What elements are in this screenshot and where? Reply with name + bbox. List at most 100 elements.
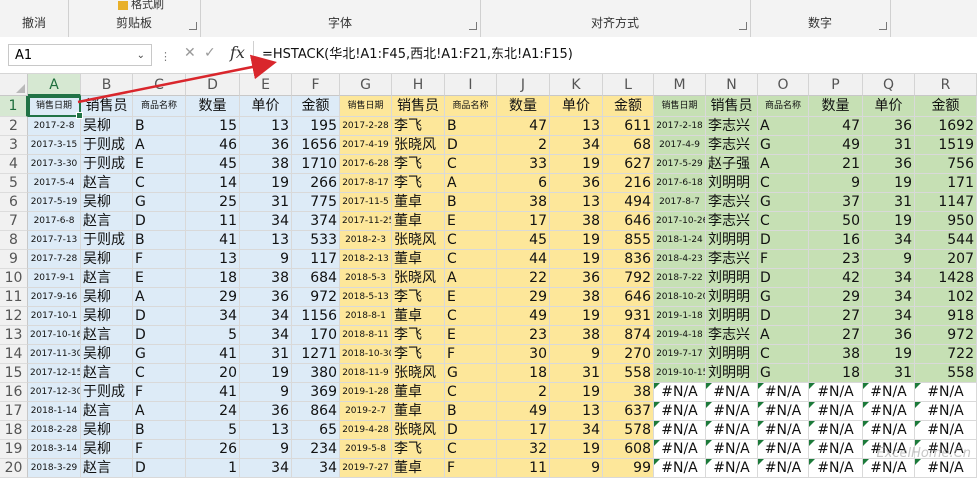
table-cell[interactable]: 36 [240,402,292,421]
table-cell[interactable]: 874 [603,326,654,345]
table-cell[interactable]: 36 [863,117,915,136]
column-header[interactable]: O [758,74,809,96]
table-cell[interactable]: 9 [550,345,603,364]
table-cell[interactable]: 38 [550,326,603,345]
header-cell[interactable]: 单价 [863,96,915,117]
table-cell[interactable]: 2019-4-28 [340,421,392,440]
table-cell[interactable]: 722 [915,345,977,364]
table-cell[interactable]: 赵言 [81,459,133,478]
column-header[interactable]: B [81,74,133,96]
table-cell[interactable]: 47 [809,117,863,136]
table-cell[interactable]: 68 [603,136,654,155]
table-cell[interactable]: #N/A [863,402,915,421]
table-cell[interactable]: 2018-7-22 [654,269,706,288]
table-cell[interactable]: 吴柳 [81,421,133,440]
table-cell[interactable]: 29 [497,288,550,307]
table-cell[interactable]: 49 [809,136,863,155]
table-cell[interactable]: 494 [603,193,654,212]
table-cell[interactable]: G [133,345,186,364]
table-cell[interactable]: 42 [809,269,863,288]
table-cell[interactable]: 张晓风 [392,421,445,440]
table-cell[interactable]: 1656 [292,136,340,155]
table-cell[interactable]: 张晓风 [392,364,445,383]
row-header[interactable]: 1 [0,96,28,117]
table-cell[interactable]: 36 [863,155,915,174]
table-cell[interactable]: 19 [550,307,603,326]
table-cell[interactable]: #N/A [915,459,977,478]
table-cell[interactable]: 李志兴 [706,212,758,231]
table-cell[interactable]: 吴柳 [81,117,133,136]
table-cell[interactable]: 30 [497,345,550,364]
table-cell[interactable]: 赵言 [81,326,133,345]
table-cell[interactable]: 李飞 [392,326,445,345]
table-cell[interactable]: A [758,155,809,174]
table-cell[interactable]: 31 [863,136,915,155]
row-header[interactable]: 9 [0,250,28,269]
table-cell[interactable]: 19 [863,212,915,231]
table-cell[interactable]: 董卓 [392,383,445,402]
insert-function-icon[interactable]: fx [230,43,245,62]
table-cell[interactable]: 34 [292,459,340,478]
table-cell[interactable]: C [445,250,497,269]
table-cell[interactable]: B [133,231,186,250]
table-cell[interactable]: 19 [863,345,915,364]
table-cell[interactable]: 赵言 [81,402,133,421]
table-cell[interactable]: #N/A [758,459,809,478]
column-header[interactable]: C [133,74,186,96]
table-cell[interactable]: #N/A [915,402,977,421]
column-header[interactable]: A [28,74,81,96]
table-cell[interactable]: 36 [240,136,292,155]
table-cell[interactable]: 李飞 [392,155,445,174]
header-cell[interactable]: 单价 [240,96,292,117]
table-cell[interactable]: 380 [292,364,340,383]
table-cell[interactable]: 544 [915,231,977,250]
table-cell[interactable]: 18 [497,364,550,383]
table-cell[interactable]: 2017-11-30 [28,345,81,364]
table-cell[interactable]: 578 [603,421,654,440]
table-cell[interactable]: B [133,421,186,440]
table-cell[interactable]: 2017-2-18 [654,117,706,136]
column-header[interactable]: P [809,74,863,96]
table-cell[interactable]: 931 [603,307,654,326]
table-cell[interactable]: 赵言 [81,364,133,383]
table-cell[interactable]: 41 [186,383,240,402]
table-cell[interactable]: 374 [292,212,340,231]
table-cell[interactable]: 2019-7-17 [654,345,706,364]
table-cell[interactable]: 2017-7-13 [28,231,81,250]
table-cell[interactable]: 38 [497,193,550,212]
table-cell[interactable]: G [133,193,186,212]
table-cell[interactable]: 2017-3-15 [28,136,81,155]
table-cell[interactable]: C [445,440,497,459]
table-cell[interactable]: 2017-9-1 [28,269,81,288]
table-cell[interactable]: 2017-8-17 [340,174,392,193]
table-cell[interactable]: 17 [497,212,550,231]
table-cell[interactable]: C [445,307,497,326]
table-cell[interactable]: 34 [550,136,603,155]
table-cell[interactable]: #N/A [863,383,915,402]
table-cell[interactable]: #N/A [654,440,706,459]
header-cell[interactable]: 单价 [550,96,603,117]
table-cell[interactable]: 864 [292,402,340,421]
table-cell[interactable]: 赵子强 [706,155,758,174]
table-cell[interactable]: 646 [603,212,654,231]
table-cell[interactable]: 44 [497,250,550,269]
table-cell[interactable]: 5 [186,421,240,440]
table-cell[interactable]: 2019-1-28 [340,383,392,402]
row-header[interactable]: 20 [0,459,28,478]
table-cell[interactable]: 29 [186,288,240,307]
table-cell[interactable]: 董卓 [392,459,445,478]
header-cell[interactable]: 销售员 [392,96,445,117]
table-cell[interactable]: 9 [863,250,915,269]
table-cell[interactable]: D [133,307,186,326]
row-header[interactable]: 7 [0,212,28,231]
table-cell[interactable]: G [758,364,809,383]
table-cell[interactable]: 于则成 [81,155,133,174]
table-cell[interactable]: 23 [497,326,550,345]
table-cell[interactable]: A [445,174,497,193]
header-cell[interactable]: 销售员 [81,96,133,117]
table-cell[interactable]: 刘明明 [706,345,758,364]
table-cell[interactable]: 207 [915,250,977,269]
table-cell[interactable]: #N/A [863,421,915,440]
table-cell[interactable]: 13 [186,250,240,269]
table-cell[interactable]: 17 [497,421,550,440]
